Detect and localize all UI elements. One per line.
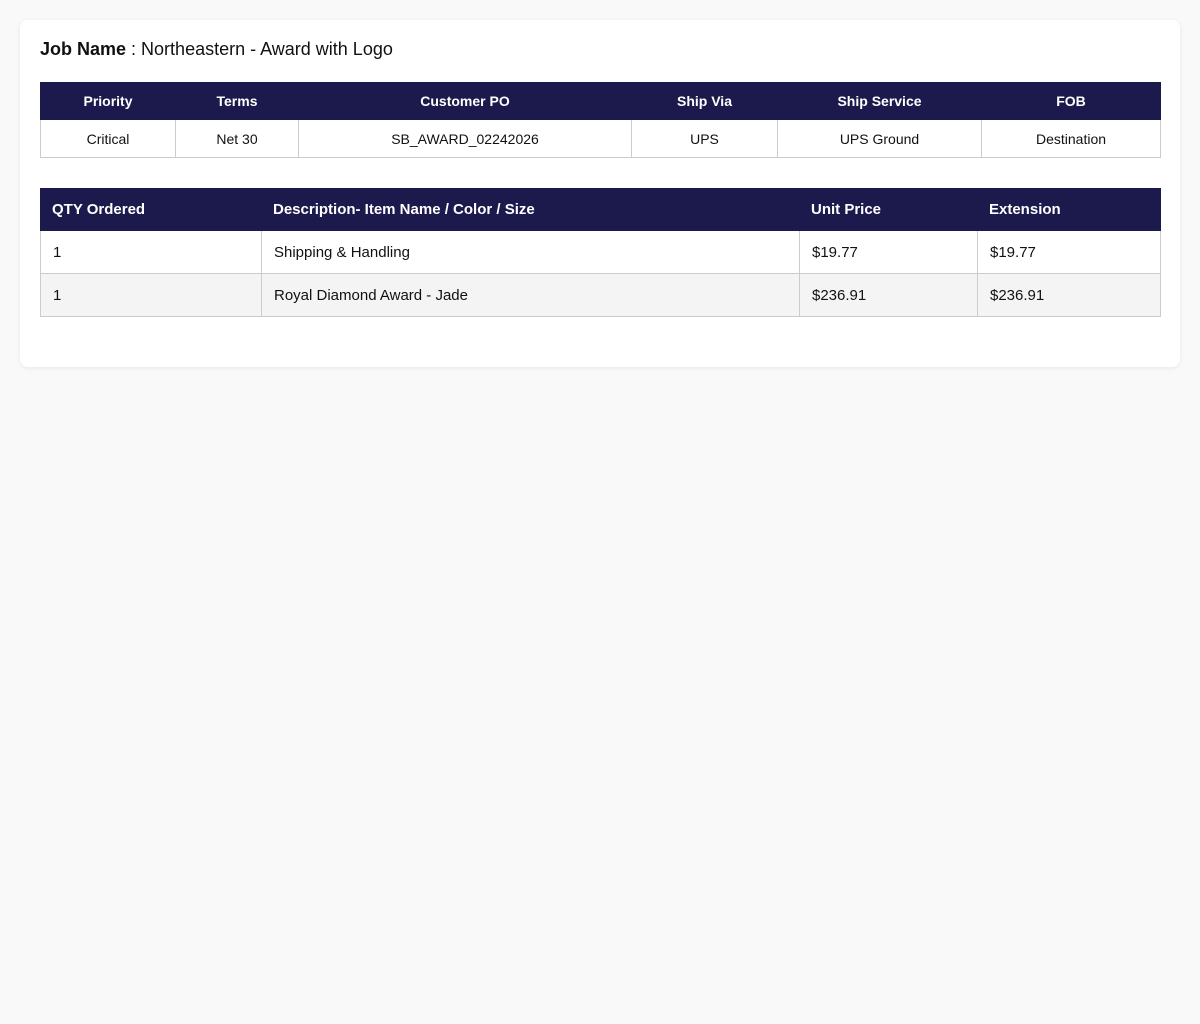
order-card: Job Name : Northeastern - Award with Log… [20, 20, 1180, 367]
header-qty-ordered: QTY Ordered [40, 188, 262, 231]
order-info-header-row: Priority Terms Customer PO Ship Via Ship… [40, 82, 1161, 120]
value-priority: Critical [40, 119, 176, 158]
value-ship-via: UPS [631, 119, 778, 158]
cell-unit-price: $236.91 [799, 273, 978, 317]
value-customer-po: SB_AWARD_02242026 [298, 119, 632, 158]
header-unit-price: Unit Price [799, 188, 978, 231]
header-extension: Extension [977, 188, 1161, 231]
job-name-value: Northeastern - Award with Logo [141, 39, 393, 59]
value-ship-service: UPS Ground [777, 119, 982, 158]
header-ship-via: Ship Via [631, 82, 778, 120]
header-terms: Terms [175, 82, 299, 120]
header-priority: Priority [40, 82, 176, 120]
table-row: 1 Shipping & Handling $19.77 $19.77 [40, 230, 1161, 274]
value-terms: Net 30 [175, 119, 299, 158]
header-customer-po: Customer PO [298, 82, 632, 120]
line-items-header-row: QTY Ordered Description- Item Name / Col… [40, 188, 1161, 231]
cell-description: Shipping & Handling [261, 230, 800, 274]
value-fob: Destination [981, 119, 1161, 158]
cell-unit-price: $19.77 [799, 230, 978, 274]
header-fob: FOB [981, 82, 1161, 120]
cell-extension: $19.77 [977, 230, 1161, 274]
order-info-value-row: Critical Net 30 SB_AWARD_02242026 UPS UP… [40, 119, 1161, 158]
job-name-line: Job Name : Northeastern - Award with Log… [40, 38, 1160, 60]
header-ship-service: Ship Service [777, 82, 982, 120]
job-name-label: Job Name [40, 39, 127, 59]
table-row: 1 Royal Diamond Award - Jade $236.91 $23… [40, 273, 1161, 317]
line-items-table: QTY Ordered Description- Item Name / Col… [40, 188, 1161, 317]
cell-qty: 1 [40, 230, 262, 274]
order-info-table: Priority Terms Customer PO Ship Via Ship… [40, 82, 1161, 158]
cell-description: Royal Diamond Award - Jade [261, 273, 800, 317]
cell-extension: $236.91 [977, 273, 1161, 317]
cell-qty: 1 [40, 273, 262, 317]
header-description: Description- Item Name / Color / Size [261, 188, 800, 231]
job-name-separator: : [126, 39, 142, 59]
